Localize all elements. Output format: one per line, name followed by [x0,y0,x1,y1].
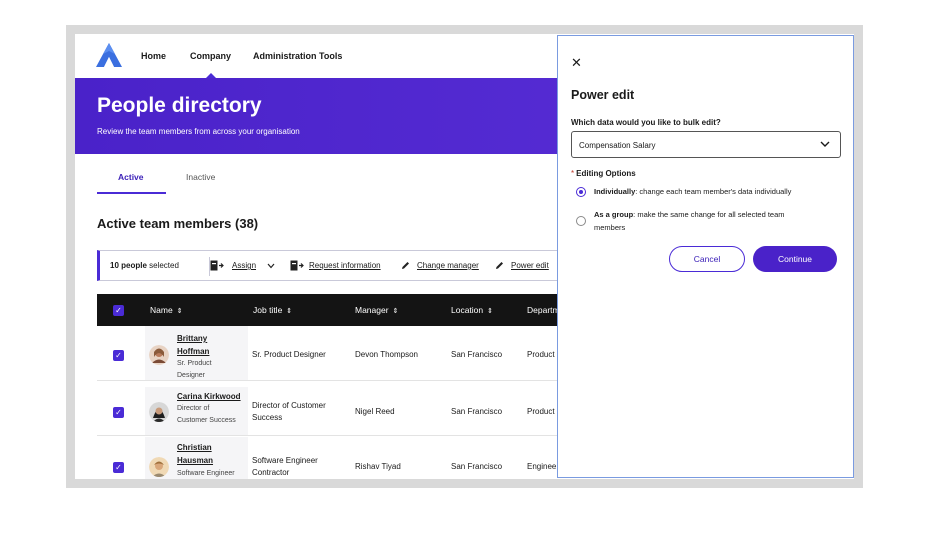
manager-cell: Rishav Tiyad [355,462,401,471]
panel-title: Power edit [571,88,635,102]
sort-icon[interactable]: ⇕ [286,308,292,315]
location-cell: San Francisco [451,407,503,416]
person-name[interactable]: Hausman [177,454,213,467]
radio-as-a-group[interactable] [576,216,586,226]
option-individually-label: Individually: change each team member's … [594,187,792,196]
option-as-a-group-label-cont: members [594,223,626,232]
job-title-cell: Success [252,413,283,422]
request-icon [290,260,304,271]
row-checkbox[interactable]: ✓ [113,462,124,473]
sort-icon[interactable]: ⇕ [393,308,399,315]
row-checkbox[interactable]: ✓ [113,350,124,361]
assign-icon [210,260,224,271]
tab-inactive[interactable]: Inactive [186,172,215,182]
person-role: Director of [177,405,210,412]
tab-active[interactable]: Active [118,172,144,182]
tab-active-indicator [97,192,166,194]
job-title-cell: Software Engineer [252,456,318,465]
name-cell: Carina Kirkwood Director of Customer Suc… [145,387,248,435]
column-department[interactable]: Departm [527,305,560,315]
person-name[interactable]: Carina Kirkwood [177,390,241,403]
request-information-button[interactable]: Request information [309,261,381,270]
person-name[interactable]: Brittany [177,332,207,345]
nav-administration-tools[interactable]: Administration Tools [253,51,342,61]
select-value: Compensation Salary [579,141,656,150]
column-job-title[interactable]: Job title ⇕ [253,305,292,315]
avatar [149,345,169,365]
pencil-icon [402,262,409,269]
selected-count: 10 people selected [110,261,179,270]
column-manager[interactable]: Manager ⇕ [355,305,398,315]
job-title-cell: Sr. Product Designer [252,350,326,359]
avatar [149,402,169,422]
manager-cell: Nigel Reed [355,407,395,416]
job-title-cell: Contractor [252,468,290,477]
manager-cell: Devon Thompson [355,350,418,359]
editing-options-label: * Editing Options [571,169,636,178]
person-role: Customer Success [177,417,236,424]
page-subtitle: Review the team members from across your… [97,127,300,136]
close-icon[interactable]: ✕ [571,55,582,71]
job-title-cell: Director of Customer [252,401,326,410]
person-name[interactable]: Hoffman [177,345,209,358]
chevron-down-icon[interactable] [267,263,275,269]
logo-icon[interactable] [95,42,123,68]
table-header: ✓ Name ⇕ Job title ⇕ Manager ⇕ Location ⇕ De… [97,294,567,326]
chevron-down-icon[interactable] [820,139,830,149]
nav-company[interactable]: Company [190,51,231,61]
sort-icon[interactable]: ⇕ [487,308,493,315]
department-cell: Product [527,350,555,359]
bulk-edit-question: Which data would you like to bulk edit? [571,118,721,127]
page-title: People directory [97,94,262,117]
column-location[interactable]: Location ⇕ [451,305,493,315]
section-title: Active team members (38) [97,216,259,231]
person-role: Designer [177,372,206,379]
department-cell: Enginee [527,462,557,471]
nav-home[interactable]: Home [141,51,166,61]
avatar [149,457,169,477]
table-row[interactable]: ✓ Carina Kirkwood Director of Customer S… [97,387,567,436]
row-checkbox[interactable]: ✓ [113,407,124,418]
table-row[interactable]: ✓ Brittany Hoffman Sr. Product Designer … [97,326,567,381]
cancel-button[interactable]: Cancel [669,246,745,272]
table-row[interactable]: ✓ Christian Hausman Software Engineer So… [97,437,567,479]
select-all-checkbox[interactable]: ✓ [113,305,124,316]
person-name[interactable]: Christian [177,441,212,454]
location-cell: San Francisco [451,462,503,471]
person-role: Sr. Product [177,360,212,367]
change-manager-button[interactable]: Change manager [417,261,479,270]
name-cell: Christian Hausman Software Engineer [145,437,248,479]
option-as-a-group-label: As a group: make the same change for all… [594,210,785,219]
person-role: Software Engineer [177,470,235,477]
column-name[interactable]: Name ⇕ [150,305,183,315]
power-edit-button[interactable]: Power edit [511,261,549,270]
assign-button[interactable]: Assign [232,261,256,270]
location-cell: San Francisco [451,350,503,359]
radio-individually[interactable] [576,187,586,197]
power-edit-panel: ✕ Power edit Which data would you like t… [557,35,854,478]
sort-icon[interactable]: ⇕ [177,308,183,315]
department-cell: Product [527,407,555,416]
bulk-edit-field-select[interactable]: Compensation Salary [571,131,841,158]
pencil-icon [496,262,503,269]
continue-button[interactable]: Continue [753,246,837,272]
bulk-action-bar: 10 people selected Assign Request inform… [97,250,567,281]
name-cell: Brittany Hoffman Sr. Product Designer [145,326,248,380]
